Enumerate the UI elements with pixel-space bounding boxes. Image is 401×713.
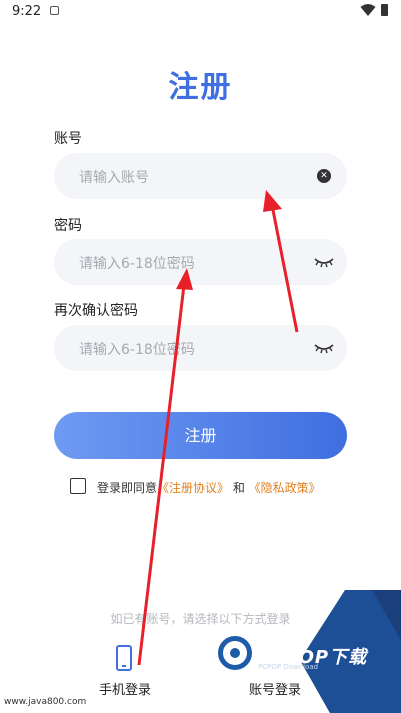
phone-icon (116, 645, 132, 671)
phone-login-label: 手机登录 (98, 683, 151, 698)
page-title: 注册 (168, 70, 233, 105)
status-time: 9:22 (12, 4, 42, 19)
password-label: 密码 (54, 218, 82, 234)
account-placeholder: 请输入账号 (79, 170, 149, 186)
password-placeholder: 请输入6-18位密码 (79, 256, 195, 272)
register-button[interactable]: 注册 (54, 412, 347, 459)
sim-icon (50, 6, 59, 15)
watermark-subtitle: PCPOP Download (258, 663, 319, 671)
eye-closed-icon[interactable] (314, 256, 334, 268)
eye-closed-icon[interactable] (314, 342, 334, 354)
account-label: 账号 (54, 131, 82, 147)
clear-icon[interactable]: ✕ (317, 169, 331, 183)
agreement-text: 登录即同意 (97, 481, 158, 495)
battery-icon (381, 4, 388, 16)
password-field[interactable]: 请输入6-18位密码 (54, 239, 347, 285)
agreement-checkbox[interactable] (70, 478, 86, 494)
account-field[interactable]: 请输入账号 ✕ (54, 153, 347, 199)
status-bar: 9:22 (0, 0, 401, 24)
confirm-password-label: 再次确认密码 (54, 303, 138, 319)
watermark-logo (218, 636, 252, 670)
account-login-label: 账号登录 (248, 683, 301, 698)
watermark-site: www.java800.com (4, 697, 87, 707)
alt-login-hint: 如已有账号，请选择以下方式登录 (110, 612, 291, 626)
confirm-password-placeholder: 请输入6-18位密码 (79, 342, 195, 358)
agreement-and: 和 (229, 481, 249, 495)
confirm-password-field[interactable]: 请输入6-18位密码 (54, 325, 347, 371)
terms-link[interactable]: 《注册协议》 (157, 481, 229, 495)
wifi-icon (360, 4, 376, 16)
privacy-link[interactable]: 《隐私政策》 (249, 481, 321, 495)
